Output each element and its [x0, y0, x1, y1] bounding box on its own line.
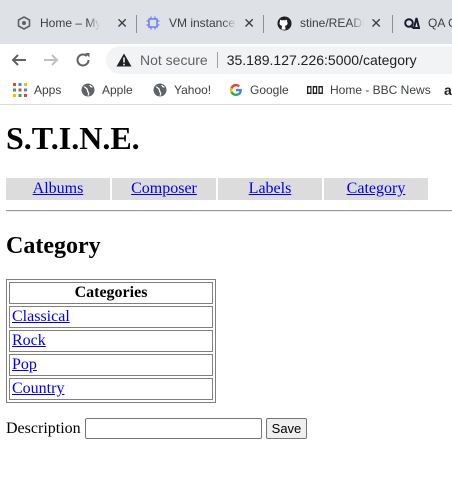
browser-tab-qa[interactable]: QA C: [404, 8, 452, 38]
tab-separator: [263, 15, 264, 33]
close-tab-icon[interactable]: ✕: [243, 16, 255, 30]
bookmark-google[interactable]: Google: [228, 82, 289, 98]
bookmark-label: Apple: [102, 83, 133, 97]
bookmark-label: Google: [250, 83, 289, 97]
table-cell: Classical: [9, 306, 213, 328]
tab-separator: [392, 15, 393, 33]
back-button[interactable]: [9, 50, 29, 70]
globe-icon: [80, 82, 96, 98]
nav-category-link[interactable]: Category: [347, 180, 406, 197]
table-cell: Rock: [9, 330, 213, 352]
add-category-form: Description Save: [6, 418, 308, 439]
tab-title: Home – My: [40, 16, 100, 30]
browser-tab-home[interactable]: Home – My ✕: [16, 8, 134, 38]
tab-separator: [136, 15, 137, 33]
forward-button[interactable]: [41, 50, 61, 70]
nav-cell: Composer: [112, 178, 216, 200]
compute-engine-icon: [145, 15, 161, 31]
description-input[interactable]: [84, 418, 262, 439]
close-tab-icon[interactable]: ✕: [116, 16, 128, 30]
bookmark-apps[interactable]: Apps: [12, 82, 61, 98]
back-arrow-icon: [11, 54, 26, 66]
site-title: S.T.I.N.E.: [6, 120, 140, 156]
url-text[interactable]: 35.189.127.226:5000/category: [227, 52, 417, 68]
browser-tab-vm[interactable]: VM instance ✕: [145, 8, 261, 38]
nav-albums-link[interactable]: Albums: [33, 180, 84, 197]
page-heading: Category: [6, 233, 101, 259]
table-cell: Pop: [9, 354, 213, 376]
table-header: Categories: [9, 282, 213, 304]
bookmark-apple[interactable]: Apple: [80, 82, 133, 98]
horizontal-rule: [6, 210, 452, 212]
category-link-rock[interactable]: Rock: [12, 332, 46, 349]
google-cloud-icon: [16, 15, 32, 31]
apps-grid-icon: [12, 82, 28, 98]
nav-cell: Albums: [6, 178, 110, 200]
categories-table: Categories Classical Rock Pop Country: [6, 279, 216, 403]
table-header-row: Categories: [9, 282, 213, 304]
browser-tab-strip: Home – My ✕ VM instance ✕ stine/READM ✕ …: [0, 0, 452, 44]
bookmarks-bar: Apps Apple Yahoo! Google Home - BBC News…: [0, 76, 452, 105]
bookmark-label: Yahoo!: [174, 83, 212, 97]
table-cell: Country: [9, 378, 213, 400]
close-tab-icon[interactable]: ✕: [370, 16, 382, 30]
browser-toolbar: Not secure 35.189.127.226:5000/category: [0, 44, 452, 76]
bookmark-bbc[interactable]: Home - BBC News: [306, 82, 431, 98]
nav-cell: Labels: [218, 178, 322, 200]
table-row: Rock: [9, 330, 213, 352]
reload-icon: [76, 53, 90, 67]
nav-cell: Category: [324, 178, 428, 200]
description-label: Description: [6, 419, 81, 437]
table-row: Classical: [9, 306, 213, 328]
category-link-classical[interactable]: Classical: [12, 308, 70, 325]
nav-labels-link[interactable]: Labels: [249, 180, 292, 197]
reload-button[interactable]: [73, 50, 93, 70]
category-link-pop[interactable]: Pop: [12, 356, 37, 373]
bookmark-yahoo[interactable]: Yahoo!: [152, 82, 211, 98]
site-nav: Albums Composer Labels Category: [6, 178, 430, 200]
security-label[interactable]: Not secure: [140, 52, 208, 68]
warning-icon[interactable]: [116, 53, 134, 67]
amazon-bookmark-icon[interactable]: a: [444, 82, 452, 98]
tab-title: QA C: [428, 16, 452, 30]
bookmark-label: Apps: [34, 83, 62, 97]
category-link-country[interactable]: Country: [12, 380, 64, 397]
table-row: Country: [9, 378, 213, 400]
bbc-icon: [306, 82, 324, 98]
address-bar[interactable]: Not secure 35.189.127.226:5000/category: [106, 46, 452, 74]
nav-composer-link[interactable]: Composer: [131, 180, 197, 197]
omnibox-divider: [216, 52, 218, 68]
globe-icon: [152, 82, 168, 98]
bookmark-label: Home - BBC News: [330, 83, 431, 97]
google-icon: [228, 82, 244, 98]
qa-icon: [404, 15, 420, 31]
browser-tab-github[interactable]: stine/READM ✕: [276, 8, 388, 38]
tab-title: VM instance: [169, 16, 236, 30]
github-icon: [276, 15, 292, 31]
forward-arrow-icon: [44, 54, 59, 66]
tab-title: stine/READM: [300, 16, 364, 30]
table-row: Pop: [9, 354, 213, 376]
save-button[interactable]: Save: [265, 418, 308, 439]
page-content: S.T.I.N.E. Albums Composer Labels Catego…: [0, 106, 452, 488]
